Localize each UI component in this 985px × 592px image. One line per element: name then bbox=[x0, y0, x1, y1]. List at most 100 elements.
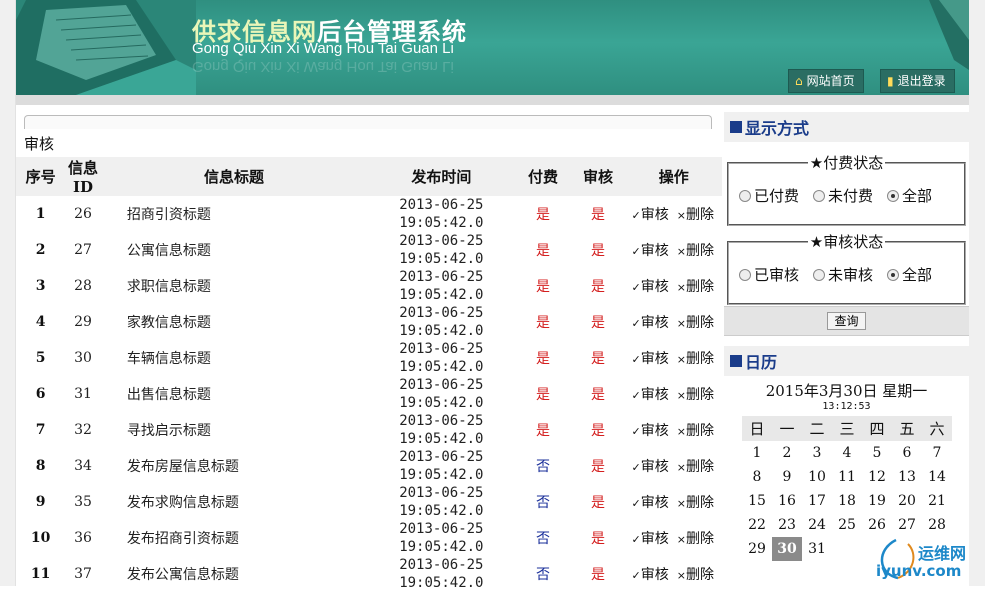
audit-status: 是 bbox=[591, 459, 606, 475]
audit-status-option-label: 未审核 bbox=[828, 266, 874, 284]
calendar-day[interactable]: 8 bbox=[742, 465, 772, 489]
check-icon: ✓ bbox=[631, 209, 641, 222]
calendar-day[interactable]: 14 bbox=[922, 465, 952, 489]
pay-status-option[interactable]: 未付费 bbox=[813, 185, 873, 206]
audit-status-options: 已审核 未审核 全部 bbox=[739, 264, 954, 285]
calendar-day[interactable]: 3 bbox=[802, 441, 832, 465]
calendar-day[interactable]: 11 bbox=[832, 465, 862, 489]
calendar-day[interactable]: 6 bbox=[892, 441, 922, 465]
audit-status: 是 bbox=[591, 351, 606, 367]
publish-time: 2013-06-25 19:05:42.0 bbox=[367, 412, 515, 448]
calendar-day[interactable]: 4 bbox=[832, 441, 862, 465]
audit-link[interactable]: ✓审核 bbox=[632, 279, 669, 295]
radio-button[interactable] bbox=[739, 189, 751, 202]
delete-link[interactable]: ×删除 bbox=[677, 207, 714, 223]
calendar-day[interactable]: 2 bbox=[772, 441, 802, 465]
radio-button[interactable] bbox=[887, 268, 900, 281]
audit-status-option-label: 已审核 bbox=[754, 266, 800, 284]
publish-date: 2013-06-25 bbox=[399, 485, 484, 501]
site-watermark: 运维网 iyunv.com bbox=[868, 534, 980, 582]
calendar-day[interactable]: 10 bbox=[802, 465, 832, 489]
pay-status-option-label: 未付费 bbox=[828, 187, 874, 205]
close-icon: × bbox=[676, 569, 686, 582]
info-title: 出售信息标题 bbox=[126, 387, 211, 403]
audit-status-option[interactable]: 未审核 bbox=[813, 264, 873, 285]
radio-button[interactable] bbox=[813, 189, 826, 202]
calendar-day[interactable]: 15 bbox=[742, 489, 772, 513]
calendar-day[interactable]: 29 bbox=[742, 537, 772, 561]
audit-link[interactable]: ✓审核 bbox=[632, 243, 669, 259]
calendar-day[interactable]: 1 bbox=[742, 441, 772, 465]
radio-button[interactable] bbox=[887, 189, 900, 202]
left-margin bbox=[0, 0, 16, 586]
delete-link[interactable]: ×删除 bbox=[677, 387, 714, 403]
audit-link[interactable]: ✓审核 bbox=[632, 567, 669, 583]
calendar-day[interactable]: 21 bbox=[922, 489, 952, 513]
paid-status: 是 bbox=[536, 243, 551, 259]
pay-status-option[interactable]: 全部 bbox=[887, 185, 932, 206]
audit-status-option[interactable]: 全部 bbox=[887, 264, 932, 285]
audit-link[interactable]: ✓审核 bbox=[632, 495, 669, 511]
calendar-weekday: 一 bbox=[772, 416, 802, 441]
calendar-section: 日历 2015年3月30日 星期一 13:12:53 日一二三四五六 12345… bbox=[724, 346, 969, 561]
pay-status-option[interactable]: 已付费 bbox=[739, 185, 799, 206]
calendar-day[interactable]: 18 bbox=[832, 489, 862, 513]
watermark-brand: 运维网 bbox=[918, 544, 967, 563]
query-button[interactable]: 查询 bbox=[827, 312, 866, 330]
audit-link[interactable]: ✓审核 bbox=[632, 315, 669, 331]
calendar-day[interactable]: 22 bbox=[742, 513, 772, 537]
delete-link[interactable]: ×删除 bbox=[677, 459, 714, 475]
delete-link[interactable]: ×删除 bbox=[677, 279, 714, 295]
publish-time: 2013-06-25 19:05:42.0 bbox=[367, 484, 515, 520]
delete-link[interactable]: ×删除 bbox=[677, 243, 714, 259]
calendar-day[interactable]: 5 bbox=[862, 441, 892, 465]
check-icon: ✓ bbox=[631, 569, 641, 582]
audit-link[interactable]: ✓审核 bbox=[632, 423, 669, 439]
delete-link[interactable]: ×删除 bbox=[677, 531, 714, 547]
calendar-day[interactable]: 12 bbox=[862, 465, 892, 489]
square-bullet-icon bbox=[730, 355, 742, 367]
calendar-day[interactable]: 13 bbox=[892, 465, 922, 489]
delete-link[interactable]: ×删除 bbox=[677, 423, 714, 439]
info-table: 序号 信息ID 信息标题 发布时间 付费 审核 操作 1 26 招商引资标题 2013… bbox=[16, 157, 722, 592]
logout-button[interactable]: ▮ 退出登录 bbox=[880, 69, 955, 93]
delete-link[interactable]: ×删除 bbox=[677, 351, 714, 367]
calendar-day[interactable]: 31 bbox=[802, 537, 832, 561]
calendar-date: 2015年3月30日 星期一 bbox=[765, 382, 928, 400]
site-home-button[interactable]: ⌂ 网站首页 bbox=[788, 69, 864, 93]
audit-link-label: 审核 bbox=[640, 207, 669, 223]
audit-link[interactable]: ✓审核 bbox=[632, 207, 669, 223]
calendar-day[interactable]: 20 bbox=[892, 489, 922, 513]
calendar-day[interactable]: 30 bbox=[772, 537, 802, 561]
row-actions: ✓审核 ×删除 bbox=[626, 268, 722, 304]
radio-button[interactable] bbox=[813, 268, 826, 281]
publish-clock: 19:05:42.0 bbox=[399, 215, 484, 231]
calendar-day[interactable]: 19 bbox=[862, 489, 892, 513]
calendar-day[interactable]: 24 bbox=[802, 513, 832, 537]
audit-link-label: 审核 bbox=[640, 243, 669, 259]
calendar-day[interactable]: 17 bbox=[802, 489, 832, 513]
radio-button[interactable] bbox=[739, 268, 751, 281]
delete-link[interactable]: ×删除 bbox=[677, 315, 714, 331]
info-title: 发布招商引资标题 bbox=[126, 531, 239, 547]
row-number: 3 bbox=[35, 278, 46, 294]
audit-link[interactable]: ✓审核 bbox=[632, 387, 669, 403]
publish-date: 2013-06-25 bbox=[399, 341, 484, 357]
calendar-weekday: 五 bbox=[892, 416, 922, 441]
publish-clock: 19:05:42.0 bbox=[399, 575, 484, 591]
calendar-day[interactable]: 23 bbox=[772, 513, 802, 537]
calendar-day[interactable]: 9 bbox=[772, 465, 802, 489]
audit-link[interactable]: ✓审核 bbox=[632, 459, 669, 475]
calendar-day[interactable]: 25 bbox=[832, 513, 862, 537]
calendar-day[interactable]: 16 bbox=[772, 489, 802, 513]
delete-link[interactable]: ×删除 bbox=[677, 495, 714, 511]
calendar-day[interactable]: 7 bbox=[922, 441, 952, 465]
calendar-weekday: 二 bbox=[802, 416, 832, 441]
publish-clock: 19:05:42.0 bbox=[399, 431, 484, 447]
delete-link[interactable]: ×删除 bbox=[677, 567, 714, 583]
audit-link[interactable]: ✓审核 bbox=[632, 531, 669, 547]
publish-clock: 19:05:42.0 bbox=[399, 395, 484, 411]
audit-status-option[interactable]: 已审核 bbox=[739, 264, 799, 285]
col-header-title: 信息标题 bbox=[100, 157, 368, 196]
audit-link[interactable]: ✓审核 bbox=[632, 351, 669, 367]
